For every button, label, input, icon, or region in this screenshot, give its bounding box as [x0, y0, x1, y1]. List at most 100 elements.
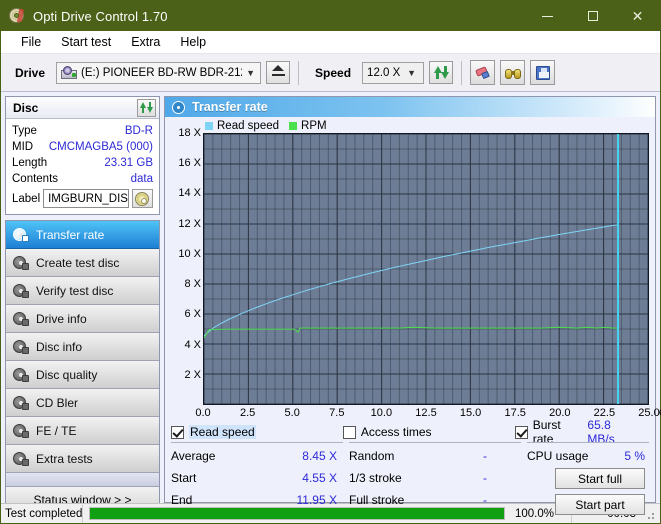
binoculars-icon — [504, 66, 521, 80]
resize-grip-icon[interactable] — [644, 507, 658, 521]
refresh-icon — [433, 65, 449, 80]
sidebar: Disc Type BD-R MID CMCMAGBA5 (000) Lengt… — [5, 96, 160, 514]
stat-key: Start — [171, 470, 197, 485]
x-tick-label: 25.0 — [638, 407, 660, 419]
sidebar-item-label: Disc info — [36, 339, 83, 354]
sidebar-item-label: Create test disc — [36, 255, 120, 270]
access-times-checkbox[interactable] — [342, 425, 356, 439]
y-tick-label: 16 X — [178, 157, 201, 170]
stat-key: 1/3 stroke — [349, 470, 402, 485]
legend-swatch-rpm — [289, 122, 298, 130]
y-tick-label: 2 X — [184, 368, 201, 381]
eject-icon — [271, 65, 285, 80]
speed-select-value: 12.0 X — [367, 66, 401, 79]
disc-row-value: BD-R — [124, 125, 153, 137]
sidebar-item-transfer-rate[interactable]: Transfer rate — [6, 221, 159, 249]
burst-rate-checkbox[interactable] — [514, 425, 528, 439]
stats-area: Average 8.45 X Start 4.55 X End 11.95 X … — [165, 443, 655, 515]
disc-test-icon — [13, 339, 29, 354]
sidebar-item-extra-tests[interactable]: Extra tests — [6, 445, 159, 473]
sidebar-item-disc-info[interactable]: Disc info — [6, 333, 159, 361]
disc-label-input[interactable]: IMGBURN_DIS — [43, 189, 130, 208]
drive-select[interactable]: (E:) PIONEER BD-RW BDR-212D 1.00 ▼ — [56, 61, 262, 84]
chart-y-axis: 2 X 4 X 6 X 8 X 10 X 12 X 14 X 16 X 18 X — [169, 127, 201, 405]
stat-value: 8.45 X — [302, 448, 337, 463]
stat-value: 5 % — [624, 448, 645, 463]
app-disc-icon — [9, 8, 25, 24]
start-part-button[interactable]: Start part — [555, 494, 645, 515]
stat-value: - — [483, 492, 487, 507]
progress-bar — [89, 507, 505, 520]
eject-button[interactable] — [266, 61, 291, 84]
start-full-button[interactable]: Start full — [555, 468, 645, 489]
x-tick-label: 12.5 — [415, 407, 437, 419]
disc-row-contents: Contents data — [12, 171, 153, 187]
stat-start: Start 4.55 X — [171, 470, 349, 485]
stats-left-column: Average 8.45 X Start 4.55 X End 11.95 X — [171, 448, 349, 515]
panel-header: Transfer rate — [165, 97, 655, 117]
scan-button[interactable] — [500, 60, 526, 85]
option-read-speed[interactable]: Read speed — [171, 422, 343, 442]
stat-full-stroke: Full stroke - — [349, 492, 527, 507]
disc-panel: Disc Type BD-R MID CMCMAGBA5 (000) Lengt… — [5, 96, 160, 215]
content-area: Disc Type BD-R MID CMCMAGBA5 (000) Lengt… — [1, 92, 661, 515]
stat-key: Full stroke — [349, 492, 405, 507]
chevron-down-icon: ▼ — [246, 67, 256, 78]
option-burst-rate[interactable]: Burst rate 65.8 MB/s — [514, 418, 649, 446]
toolbar: Drive (E:) PIONEER BD-RW BDR-212D 1.00 ▼… — [1, 54, 660, 92]
y-tick-label: 10 X — [178, 247, 201, 260]
sidebar-item-fe-te[interactable]: FE / TE — [6, 417, 159, 445]
panel-title: Transfer rate — [192, 100, 268, 114]
sidebar-item-drive-info[interactable]: Drive info — [6, 305, 159, 333]
stat-value: 4.55 X — [302, 470, 337, 485]
disc-row-value: 23.31 GB — [104, 157, 153, 169]
menu-extra[interactable]: Extra — [121, 33, 170, 51]
nav-filler — [6, 473, 159, 487]
toolbar-divider-2 — [461, 60, 463, 85]
sidebar-item-label: CD Bler — [36, 395, 79, 410]
disc-test-icon — [13, 255, 29, 270]
speed-select[interactable]: 12.0 X ▼ — [362, 61, 425, 84]
read-speed-checkbox[interactable] — [171, 425, 184, 439]
y-tick-label: 4 X — [184, 338, 201, 351]
refresh-button[interactable] — [429, 61, 454, 84]
stat-key: CPU usage — [527, 448, 589, 463]
refresh-icon — [140, 101, 153, 114]
disc-test-icon — [172, 100, 185, 114]
stat-cpu-usage: CPU usage 5 % — [527, 448, 649, 463]
menu-file[interactable]: File — [11, 33, 51, 51]
sidebar-item-verify-test-disc[interactable]: Verify test disc — [6, 277, 159, 305]
menu-help[interactable]: Help — [170, 33, 216, 51]
title-bar: Opti Drive Control 1.70 ✕ — [1, 1, 660, 31]
disc-info-list: Type BD-R MID CMCMAGBA5 (000) Length 23.… — [6, 119, 159, 214]
disc-test-icon — [13, 367, 29, 382]
close-icon[interactable]: ✕ — [615, 1, 660, 31]
disc-row-value: data — [130, 173, 153, 185]
chart-plot[interactable] — [203, 133, 649, 405]
disc-eject-media-button[interactable] — [131, 189, 153, 208]
floppy-save-icon — [535, 65, 550, 80]
minimize-icon[interactable] — [525, 1, 570, 31]
maximize-icon[interactable] — [570, 1, 615, 31]
disc-refresh-button[interactable] — [137, 98, 156, 117]
save-button[interactable] — [530, 60, 556, 85]
x-tick-label: 5.0 — [284, 407, 300, 419]
menu-start-test[interactable]: Start test — [51, 33, 121, 51]
x-tick-label: 0.0 — [195, 407, 211, 419]
x-tick-label: 20.0 — [549, 407, 571, 419]
progress-wrap — [83, 507, 511, 520]
nav-list: Transfer rate Create test disc Verify te… — [5, 220, 160, 514]
erase-button[interactable] — [470, 60, 496, 85]
y-tick-label: 18 X — [178, 127, 201, 139]
read-speed-label: Read speed — [189, 425, 256, 439]
sidebar-item-create-test-disc[interactable]: Create test disc — [6, 249, 159, 277]
disc-row-value: CMCMAGBA5 (000) — [48, 141, 153, 153]
disc-row-mid: MID CMCMAGBA5 (000) — [12, 139, 153, 155]
y-tick-label: 6 X — [184, 308, 201, 321]
y-tick-label: 14 X — [178, 187, 201, 200]
option-access-times[interactable]: Access times — [342, 422, 515, 442]
chart-legend: Read speed RPM — [169, 119, 651, 133]
sidebar-item-disc-quality[interactable]: Disc quality — [6, 361, 159, 389]
stat-key: End — [171, 492, 193, 507]
sidebar-item-cd-bler[interactable]: CD Bler — [6, 389, 159, 417]
